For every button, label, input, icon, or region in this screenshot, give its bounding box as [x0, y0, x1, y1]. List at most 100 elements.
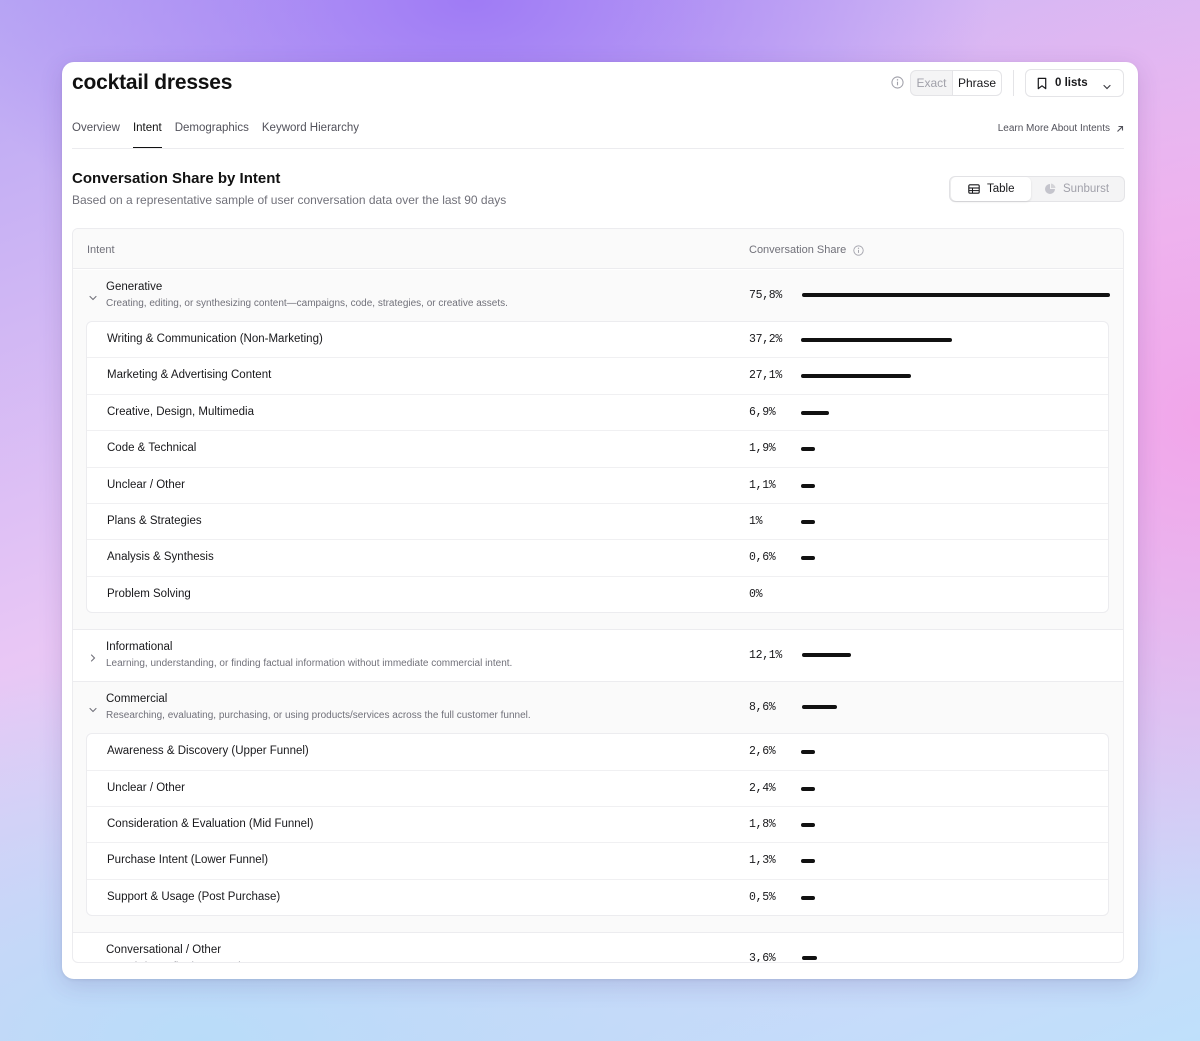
intent-subcategory-share: 37,2% — [749, 333, 783, 346]
share-bar — [801, 374, 911, 379]
intent-subcategory-share: 0% — [749, 587, 763, 601]
table-header: Intent Conversation Share — [73, 229, 1123, 269]
tab-overview[interactable]: Overview — [72, 122, 120, 149]
table-view-button[interactable]: Table — [951, 177, 1031, 201]
intent-group-name: Generative — [106, 281, 163, 293]
intent-subcategory-share: 1,8% — [749, 817, 776, 831]
intent-group-share: 8,6% — [749, 701, 776, 715]
share-bar — [801, 483, 815, 488]
intent-subcategory-name: Plans & Strategies — [107, 515, 202, 527]
bookmark-icon — [1036, 77, 1048, 90]
table-icon — [968, 184, 980, 194]
chevron-down-icon — [1102, 79, 1112, 90]
intent-subcategory-row[interactable]: Analysis & Synthesis 0,6% — [87, 540, 1108, 577]
intent-group-share: 3,6% — [749, 952, 776, 963]
intent-subcategory-name: Support & Usage (Post Purchase) — [107, 890, 281, 903]
sunburst-view-button[interactable]: Sunburst — [1044, 177, 1120, 201]
intent-subcategory-row[interactable]: Awareness & Discovery (Upper Funnel) 2,6% — [87, 734, 1108, 771]
intent-subcategory-row[interactable]: Marketing & Advertising Content 27,1% — [87, 358, 1108, 395]
intent-group-conversational-other[interactable]: Conversational / Other Casual chat, refle… — [73, 933, 1123, 963]
chevron-down-icon[interactable] — [88, 702, 98, 713]
intent-subcategory-share: 0,5% — [749, 890, 776, 904]
intent-subcategory-row[interactable]: Plans & Strategies 1% — [87, 504, 1108, 541]
intent-group-share: 75,8% — [749, 289, 783, 302]
tab-bar: Overview Intent Demographics Keyword Hie… — [72, 122, 372, 149]
intent-group-description: Creating, editing, or synthesizing conte… — [106, 298, 508, 309]
share-bar — [801, 895, 815, 900]
sunburst-view-label: Sunburst — [1063, 183, 1110, 195]
tab-keyword-hierarchy[interactable]: Keyword Hierarchy — [262, 122, 359, 149]
intent-table: Intent Conversation Share Generative Crea… — [72, 228, 1124, 963]
intent-group-commercial[interactable]: Commercial Researching, evaluating, purch… — [73, 682, 1123, 933]
tabs-divider — [72, 148, 1124, 149]
intent-subcategory-name: Creative, Design, Multimedia — [107, 405, 255, 418]
share-bar — [801, 859, 815, 864]
intent-group-description: Casual chat, reflection, or unclear requ… — [106, 961, 299, 962]
info-icon[interactable] — [853, 244, 864, 256]
tab-intent[interactable]: Intent — [132, 122, 162, 149]
intent-group-description: Researching, evaluating, purchasing, or … — [106, 710, 531, 722]
share-bar — [801, 556, 815, 561]
intent-subcategory-row[interactable]: Problem Solving 0% — [87, 577, 1108, 613]
section-title: Conversation Share by Intent — [72, 170, 281, 187]
intent-subcategory-list: Awareness & Discovery (Upper Funnel) 2,6%… — [86, 733, 1109, 917]
intent-subcategory-share: 1,3% — [749, 854, 776, 868]
keyword-card: cocktail dresses Exact Phrase 0 lists Ov… — [62, 62, 1138, 979]
intent-subcategory-share: 2,6% — [749, 745, 776, 759]
tab-demographics[interactable]: Demographics — [175, 122, 249, 149]
chevron-down-icon[interactable] — [88, 290, 98, 301]
intent-subcategory-share: 27,1% — [749, 369, 783, 383]
share-bar — [802, 705, 837, 710]
intent-subcategory-share: 1,9% — [749, 442, 776, 456]
intent-subcategory-row[interactable]: Purchase Intent (Lower Funnel) 1,3% — [87, 843, 1108, 880]
table-view-label: Table — [987, 183, 1015, 195]
learn-more-link[interactable]: Learn More About Intents — [998, 123, 1124, 134]
intent-subcategory-name: Awareness & Discovery (Upper Funnel) — [107, 745, 309, 758]
share-bar — [802, 956, 817, 961]
intent-subcategory-row[interactable]: Creative, Design, Multimedia 6,9% — [87, 395, 1108, 432]
intent-subcategory-name: Unclear / Other — [107, 781, 185, 794]
header-divider — [1013, 70, 1014, 96]
intent-subcategory-share: 1% — [749, 515, 763, 528]
intent-subcategory-name: Unclear / Other — [107, 478, 185, 491]
pie-chart-icon — [1045, 183, 1056, 194]
intent-subcategory-name: Consideration & Evaluation (Mid Funnel) — [107, 817, 314, 830]
intent-subcategory-name: Purchase Intent (Lower Funnel) — [107, 854, 269, 867]
intent-subcategory-row[interactable]: Unclear / Other 1,1% — [87, 468, 1108, 504]
section-subtitle: Based on a representative sample of user… — [72, 193, 507, 207]
share-bar — [802, 653, 851, 658]
intent-subcategory-share: 2,4% — [749, 781, 776, 795]
view-toggle: Table Sunburst — [949, 176, 1125, 202]
intent-subcategory-row[interactable]: Support & Usage (Post Purchase) 0,5% — [87, 880, 1108, 916]
intent-subcategory-share: 1,1% — [749, 478, 776, 492]
chevron-right-icon[interactable] — [88, 650, 98, 662]
intent-group-share: 12,1% — [749, 649, 783, 663]
intent-group-name: Informational — [106, 641, 173, 654]
lists-label: 0 lists — [1055, 77, 1088, 89]
intent-subcategory-name: Analysis & Synthesis — [107, 551, 214, 564]
share-bar — [801, 410, 829, 415]
intent-subcategory-row[interactable]: Unclear / Other 2,4% — [87, 771, 1108, 807]
share-bar — [801, 822, 815, 827]
match-exact-option[interactable]: Exact — [911, 71, 952, 95]
share-bar — [801, 338, 952, 342]
intent-subcategory-list: Writing & Communication (Non-Marketing) 3… — [86, 321, 1109, 614]
column-header-share: Conversation Share — [749, 244, 864, 256]
match-phrase-option[interactable]: Phrase — [952, 71, 1001, 95]
info-icon[interactable] — [891, 76, 904, 89]
intent-subcategory-row[interactable]: Writing & Communication (Non-Marketing) 3… — [87, 322, 1108, 359]
intent-group-informational[interactable]: Informational Learning, understanding, or… — [73, 630, 1123, 681]
match-type-toggle: Exact Phrase — [910, 70, 1002, 96]
intent-group-name: Conversational / Other — [106, 944, 222, 957]
intent-group-generative[interactable]: Generative Creating, editing, or synthesi… — [73, 270, 1123, 630]
intent-subcategory-share: 6,9% — [749, 405, 776, 419]
intent-subcategory-name: Writing & Communication (Non-Marketing) — [107, 333, 323, 345]
intent-subcategory-row[interactable]: Consideration & Evaluation (Mid Funnel) 1… — [87, 807, 1108, 844]
intent-group-name: Commercial — [106, 693, 168, 706]
intent-subcategory-row[interactable]: Code & Technical 1,9% — [87, 431, 1108, 468]
share-bar — [801, 447, 815, 452]
share-bar — [802, 293, 1110, 297]
page-title: cocktail dresses — [72, 71, 233, 94]
share-bar — [801, 786, 815, 791]
lists-dropdown[interactable]: 0 lists — [1025, 69, 1124, 97]
